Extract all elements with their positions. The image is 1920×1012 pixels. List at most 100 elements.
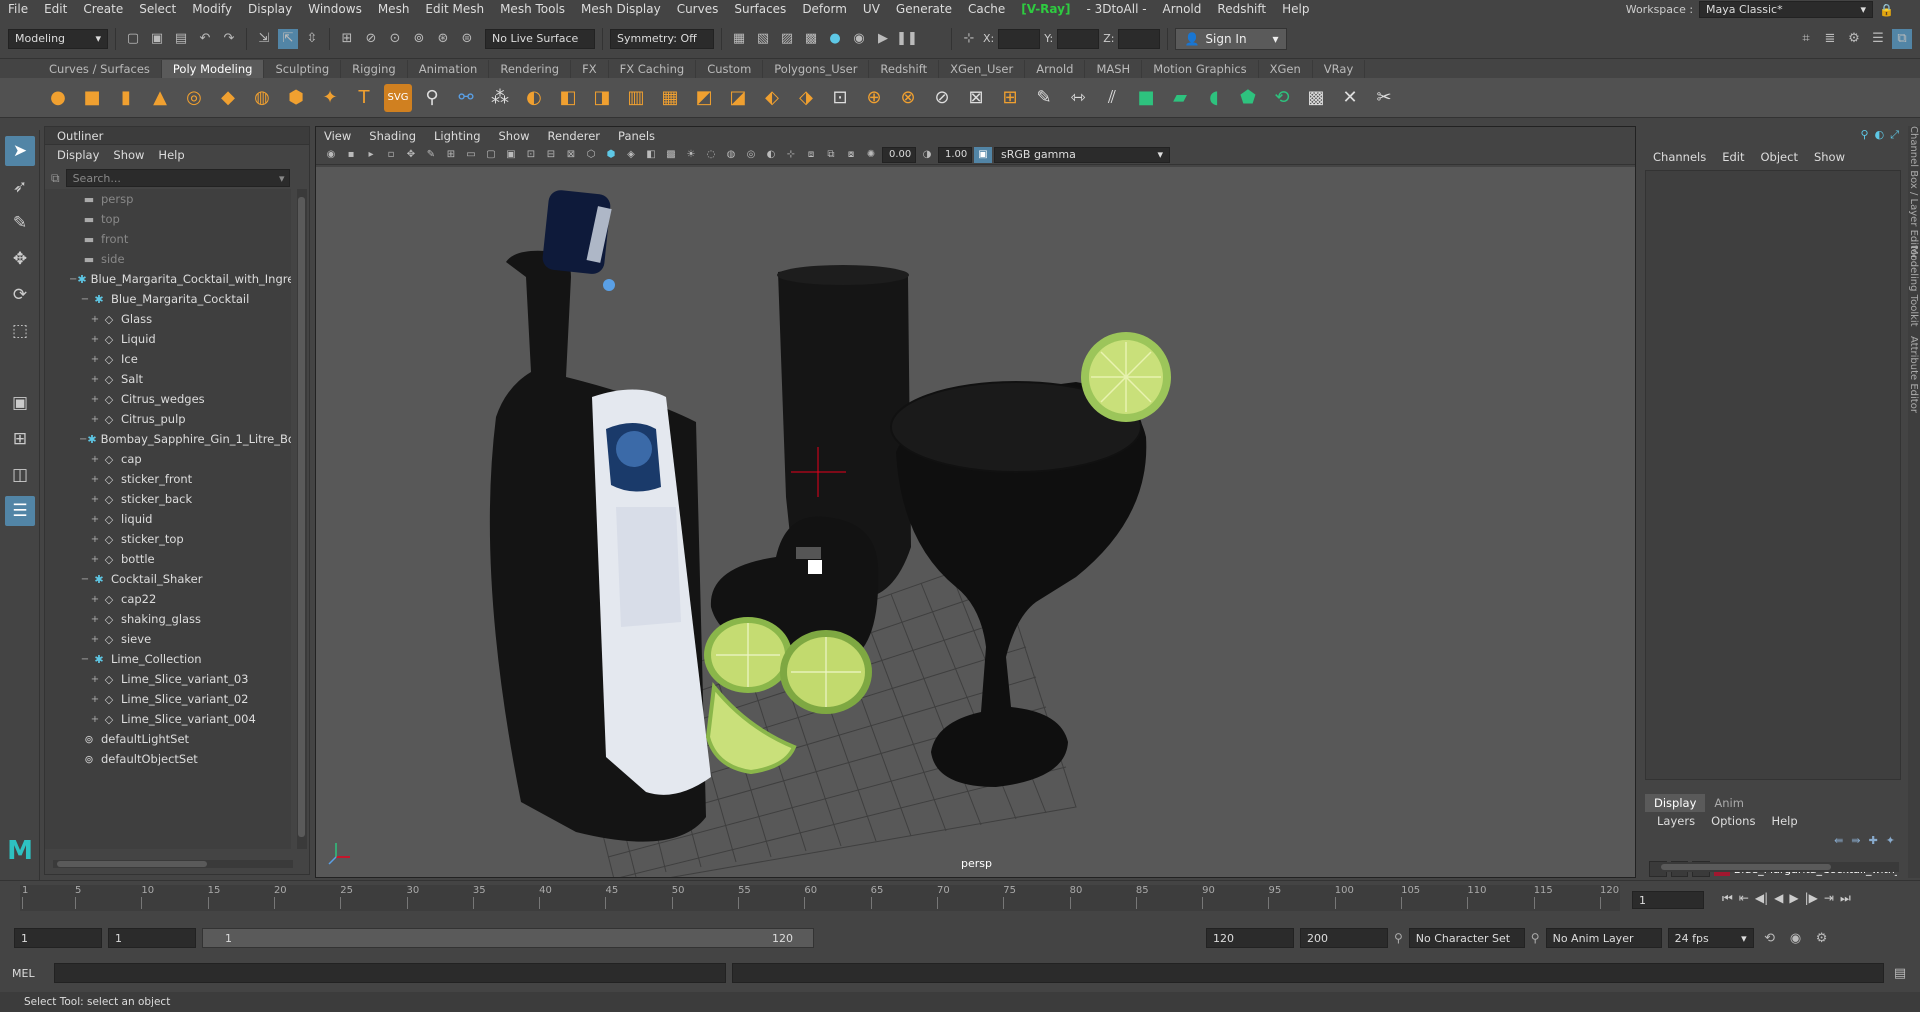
expand-icon[interactable]: + [89,454,101,465]
shelf-tab-14[interactable]: Motion Graphics [1142,60,1259,78]
boolean-icon[interactable]: ◧ [554,84,582,112]
menu-item-4[interactable]: Modify [184,2,240,16]
use-lights-icon[interactable]: ▩ [662,147,680,163]
viewport-menu-item[interactable]: Lighting [434,129,480,143]
transform-mode-icon[interactable]: ⊹ [959,29,979,49]
outliner-row[interactable]: − ✱ Blue_Margarita_Cocktail [45,289,291,309]
expand-icon[interactable]: + [89,514,101,525]
menu-item-18[interactable]: - 3DtoAll - [1078,2,1154,16]
connect-icon[interactable]: ⊠ [962,84,990,112]
uv-planar-icon[interactable]: ■ [1132,84,1160,112]
anti-aliasing-icon[interactable]: ◎ [742,147,760,163]
expand-icon[interactable]: + [89,694,101,705]
combine-icon[interactable]: ⚲ [418,84,446,112]
svg-icon[interactable]: SVG [384,83,412,112]
shelf-tab-5[interactable]: Rendering [489,60,572,78]
outliner-row[interactable]: + ◇ cap22 [45,589,291,609]
outliner-vertical-scrollbar[interactable] [297,189,307,849]
step-forward-key-icon[interactable]: ⇥ [1824,891,1834,906]
wireframe-on-shaded-icon[interactable]: ◈ [622,147,640,163]
mirror-icon[interactable]: ◨ [588,84,616,112]
channel-box-menu-item[interactable]: Edit [1722,150,1744,168]
shelf-tab-8[interactable]: Custom [696,60,764,78]
outliner-row[interactable]: + ◇ Lime_Slice_variant_03 [45,669,291,689]
paint-select-icon[interactable]: ✎ [5,208,35,238]
live-surface-field[interactable]: No Live Surface [485,28,595,49]
snap-surface-icon[interactable]: ⊛ [433,29,453,49]
safe-action-icon[interactable]: ⊟ [542,147,560,163]
shelf-tab-2[interactable]: Sculpting [264,60,342,78]
poly-cube-icon[interactable]: ■ [78,84,106,112]
expand-icon[interactable]: + [89,334,101,345]
rotate-tool-icon[interactable]: ⟳ [5,280,35,310]
select-hierarchy-icon[interactable]: ⇲ [254,29,274,49]
hypershade-icon[interactable]: ● [825,29,845,49]
checker-icon[interactable]: ▩ [1302,84,1330,112]
outliner-row[interactable]: + ◇ cap [45,449,291,469]
uv-cylindrical-icon[interactable]: ▰ [1166,84,1194,112]
smooth-icon[interactable]: ⁂ [486,84,514,112]
outliner-row[interactable]: + ◇ Glass [45,309,291,329]
viewport-menu-item[interactable]: Shading [369,129,416,143]
tool-settings-icon[interactable]: ⚙ [1844,29,1864,49]
xray-joints-icon[interactable]: ⧉ [822,147,840,163]
type-icon[interactable]: T [350,84,378,112]
outliner-row[interactable]: − ✱ Cocktail_Shaker [45,569,291,589]
expand-icon[interactable]: + [89,554,101,565]
expand-icon[interactable]: + [89,674,101,685]
color-management-icon[interactable]: ▣ [974,146,992,163]
outliner-layout-icon[interactable]: ☰ [5,496,35,526]
playback-start-field[interactable]: 1 [108,928,196,948]
play-backward-icon[interactable]: ◀ [1774,891,1783,906]
shelf-tab-0[interactable]: Curves / Surfaces [38,60,162,78]
menu-item-15[interactable]: Generate [888,2,960,16]
go-to-start-icon[interactable]: ⏮ [1722,891,1733,906]
shelf-tab-4[interactable]: Animation [408,60,490,78]
outliner-row[interactable]: + ◇ shaking_glass [45,609,291,629]
shelf-tab-7[interactable]: FX Caching [609,60,697,78]
collapse-icon[interactable]: − [79,434,87,445]
outliner-row[interactable]: + ◇ Citrus_wedges [45,389,291,409]
channel-toggle-icon[interactable]: ⚲ [1861,128,1869,142]
crease-icon[interactable]: ⫽ [1098,84,1126,112]
menu-item-17[interactable]: [V-Ray] [1013,2,1078,16]
textured-icon[interactable]: ◧ [642,147,660,163]
isolate-select-icon[interactable]: ⊹ [782,147,800,163]
animation-end-field[interactable]: 200 [1300,928,1388,948]
poly-cone-icon[interactable]: ▲ [146,84,174,112]
open-scene-icon[interactable]: ▣ [147,29,167,49]
outliner-row[interactable]: ▬ front [45,229,291,249]
depth-of-field-icon[interactable]: ◐ [762,147,780,163]
shadows-icon[interactable]: ☀ [682,147,700,163]
poly-disc-icon[interactable]: ◍ [248,84,276,112]
expand-icon[interactable]: + [89,534,101,545]
expand-icon[interactable]: + [89,714,101,725]
new-scene-icon[interactable]: ▢ [123,29,143,49]
viewport-menu-item[interactable]: Show [499,129,530,143]
wireframe-icon[interactable]: ⬡ [582,147,600,163]
pause-render-icon[interactable]: ❚❚ [896,29,918,49]
outliner-row[interactable]: + ◇ bottle [45,549,291,569]
outliner-row[interactable]: − ✱ Lime_Collection [45,649,291,669]
viewport-menu-item[interactable]: Panels [618,129,655,143]
new-layer-icon[interactable]: ✚ [1869,834,1878,847]
outliner-row[interactable]: + ◇ liquid [45,509,291,529]
range-slider[interactable]: 1 120 [202,928,814,948]
attribute-toggle-icon[interactable]: ◐ [1875,128,1885,142]
layer-scrollbar[interactable] [1651,862,1899,872]
shelf-tab-12[interactable]: Arnold [1025,60,1086,78]
separate-icon[interactable]: ⚯ [452,84,480,112]
move-layer-up-icon[interactable]: ⇚ [1834,834,1843,847]
menu-item-10[interactable]: Mesh Display [573,2,669,16]
outliner-row[interactable]: + ◇ sticker_top [45,529,291,549]
step-back-key-icon[interactable]: ⇤ [1739,891,1749,906]
loop-icon[interactable]: ⟲ [1760,928,1780,948]
mel-input[interactable] [54,963,726,983]
shelf-tab-10[interactable]: Redshift [869,60,940,78]
collapse-panel-icon[interactable]: ⤢ [1890,128,1899,142]
filter-icon[interactable]: ⧉ [45,171,60,186]
menu-item-7[interactable]: Mesh [370,2,418,16]
ambient-occlusion-icon[interactable]: ◌ [702,147,720,163]
character-set-dropdown[interactable]: No Character Set [1408,928,1525,948]
mel-label[interactable]: MEL [12,967,48,980]
